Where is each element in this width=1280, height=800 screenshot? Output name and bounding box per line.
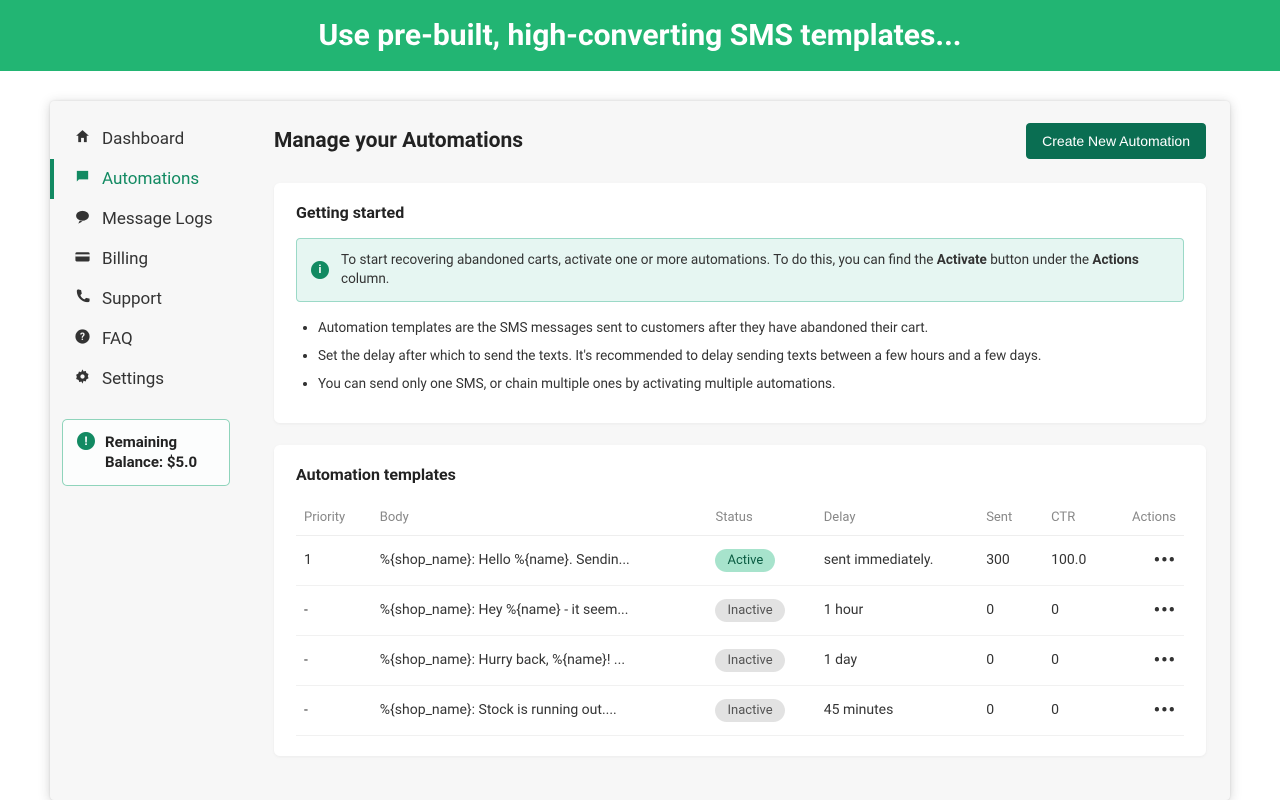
- card-icon: [72, 248, 92, 270]
- cell-ctr: 0: [1043, 685, 1119, 735]
- cell-sent: 300: [978, 535, 1043, 585]
- cell-priority: 1: [296, 535, 372, 585]
- sms-icon: [72, 208, 92, 230]
- sidebar-item-automations[interactable]: Automations: [50, 159, 240, 199]
- app-window: Dashboard Automations Message Logs Billi…: [50, 101, 1230, 800]
- main-content: Manage your Automations Create New Autom…: [250, 101, 1230, 800]
- table-row: -%{shop_name}: Hey %{name} - it seem... I…: [296, 585, 1184, 635]
- cell-body: %{shop_name}: Hello %{name}. Sendin...: [372, 535, 708, 585]
- info-icon: i: [311, 261, 329, 279]
- list-item: You can send only one SMS, or chain mult…: [318, 374, 1184, 394]
- col-sent: Sent: [978, 500, 1043, 536]
- cell-status: Active: [707, 535, 815, 585]
- list-item: Set the delay after which to send the te…: [318, 346, 1184, 366]
- table-row: -%{shop_name}: Hurry back, %{name}! ... I…: [296, 635, 1184, 685]
- sidebar-item-label: Automations: [102, 169, 199, 189]
- cell-ctr: 100.0: [1043, 535, 1119, 585]
- getting-started-card: Getting started i To start recovering ab…: [274, 183, 1206, 423]
- more-actions-icon[interactable]: •••: [1154, 600, 1176, 621]
- status-badge: Active: [715, 549, 775, 572]
- create-automation-button[interactable]: Create New Automation: [1026, 123, 1206, 159]
- chat-icon: [72, 168, 92, 190]
- sidebar-item-support[interactable]: Support: [50, 279, 240, 319]
- cell-priority: -: [296, 585, 372, 635]
- templates-table: Priority Body Status Delay Sent CTR Acti…: [296, 500, 1184, 736]
- list-item: Automation templates are the SMS message…: [318, 318, 1184, 338]
- home-icon: [72, 128, 92, 150]
- cell-ctr: 0: [1043, 585, 1119, 635]
- more-actions-icon[interactable]: •••: [1154, 700, 1176, 721]
- cell-sent: 0: [978, 585, 1043, 635]
- cell-delay: sent immediately.: [816, 535, 978, 585]
- sidebar-item-label: Message Logs: [102, 209, 213, 229]
- cell-ctr: 0: [1043, 635, 1119, 685]
- col-delay: Delay: [816, 500, 978, 536]
- page-title: Manage your Automations: [274, 129, 523, 153]
- info-box: i To start recovering abandoned carts, a…: [296, 238, 1184, 302]
- main-header: Manage your Automations Create New Autom…: [274, 123, 1206, 159]
- cell-actions: •••: [1119, 535, 1184, 585]
- cell-status: Inactive: [707, 635, 815, 685]
- more-actions-icon[interactable]: •••: [1154, 550, 1176, 571]
- col-body: Body: [372, 500, 708, 536]
- sidebar-item-label: FAQ: [102, 329, 133, 349]
- table-row: -%{shop_name}: Stock is running out.... I…: [296, 685, 1184, 735]
- col-status: Status: [707, 500, 815, 536]
- sidebar-item-message-logs[interactable]: Message Logs: [50, 199, 240, 239]
- sidebar-item-faq[interactable]: ? FAQ: [50, 319, 240, 359]
- info-text: To start recovering abandoned carts, act…: [341, 251, 1169, 289]
- promo-banner: Use pre-built, high-converting SMS templ…: [0, 0, 1280, 71]
- cell-actions: •••: [1119, 685, 1184, 735]
- gear-icon: [72, 368, 92, 390]
- sidebar-item-label: Billing: [102, 249, 148, 269]
- sidebar-item-label: Dashboard: [102, 129, 184, 149]
- cell-body: %{shop_name}: Hey %{name} - it seem...: [372, 585, 708, 635]
- cell-delay: 45 minutes: [816, 685, 978, 735]
- balance-card: ! Remaining Balance: $5.0: [62, 419, 230, 486]
- cell-sent: 0: [978, 685, 1043, 735]
- cell-delay: 1 day: [816, 635, 978, 685]
- bullet-list: Automation templates are the SMS message…: [296, 318, 1184, 395]
- cell-actions: •••: [1119, 585, 1184, 635]
- col-priority: Priority: [296, 500, 372, 536]
- cell-body: %{shop_name}: Hurry back, %{name}! ...: [372, 635, 708, 685]
- sidebar-item-settings[interactable]: Settings: [50, 359, 240, 399]
- cell-sent: 0: [978, 635, 1043, 685]
- card-title: Getting started: [296, 203, 1184, 222]
- table-header-row: Priority Body Status Delay Sent CTR Acti…: [296, 500, 1184, 536]
- phone-icon: [72, 288, 92, 310]
- svg-text:?: ?: [80, 332, 85, 343]
- cell-body: %{shop_name}: Stock is running out....: [372, 685, 708, 735]
- cell-priority: -: [296, 685, 372, 735]
- cell-priority: -: [296, 635, 372, 685]
- col-actions: Actions: [1119, 500, 1184, 536]
- sidebar-item-billing[interactable]: Billing: [50, 239, 240, 279]
- cell-delay: 1 hour: [816, 585, 978, 635]
- status-badge: Inactive: [715, 649, 784, 672]
- help-icon: ?: [72, 328, 92, 350]
- sidebar-item-dashboard[interactable]: Dashboard: [50, 119, 240, 159]
- sidebar-item-label: Settings: [102, 369, 164, 389]
- templates-card: Automation templates Priority Body Statu…: [274, 445, 1206, 756]
- more-actions-icon[interactable]: •••: [1154, 650, 1176, 671]
- cell-status: Inactive: [707, 585, 815, 635]
- card-title: Automation templates: [296, 465, 1184, 484]
- sidebar: Dashboard Automations Message Logs Billi…: [50, 101, 250, 800]
- balance-label: Remaining Balance: $5.0: [105, 432, 215, 473]
- cell-actions: •••: [1119, 635, 1184, 685]
- col-ctr: CTR: [1043, 500, 1119, 536]
- alert-icon: !: [77, 432, 95, 450]
- sidebar-item-label: Support: [102, 289, 162, 309]
- cell-status: Inactive: [707, 685, 815, 735]
- status-badge: Inactive: [715, 599, 784, 622]
- table-row: 1%{shop_name}: Hello %{name}. Sendin... A…: [296, 535, 1184, 585]
- status-badge: Inactive: [715, 699, 784, 722]
